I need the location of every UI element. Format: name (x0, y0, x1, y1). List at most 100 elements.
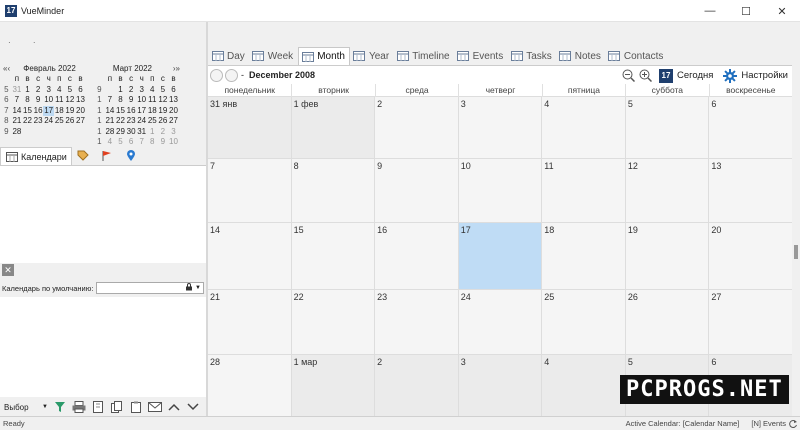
mini-calendar-day[interactable]: 15 (115, 106, 126, 117)
mini-calendar-day[interactable]: 2 (33, 85, 44, 96)
mini-calendar-day[interactable]: 28 (105, 127, 116, 138)
mini-calendar-day[interactable]: 14 (105, 106, 116, 117)
export-icon[interactable] (90, 400, 106, 414)
mini-calendar-day[interactable]: 10 (168, 137, 179, 148)
paste-icon[interactable] (128, 400, 144, 414)
mini-calendar-day[interactable]: 1 (22, 85, 33, 96)
mini-calendar-day[interactable]: 8 (22, 95, 33, 106)
day-cell[interactable]: 2 (375, 97, 458, 158)
day-cell[interactable]: 20 (709, 223, 792, 289)
mini-calendar-day[interactable]: 14 (12, 106, 23, 117)
next-month-button[interactable] (225, 68, 238, 82)
tab-priorities[interactable] (96, 147, 120, 165)
day-cell[interactable]: 8 (291, 159, 375, 222)
mini-calendar-next-button[interactable]: ›» (171, 64, 182, 73)
mini-calendar-day[interactable]: 16 (33, 106, 44, 117)
close-panel-icon[interactable]: ✕ (2, 264, 14, 276)
mini-calendar-day[interactable]: 9 (126, 95, 137, 106)
filter-icon[interactable] (52, 400, 68, 414)
gear-icon[interactable] (723, 68, 738, 83)
mini-calendar-day[interactable]: 18 (147, 106, 158, 117)
day-cell[interactable]: 27 (709, 290, 792, 354)
day-cell[interactable]: 25 (542, 290, 625, 354)
day-cell[interactable]: 18 (542, 223, 625, 289)
tab-month[interactable]: Month (298, 47, 350, 65)
mini-calendar-day[interactable]: 22 (115, 116, 126, 127)
tab-calendars[interactable]: Календари (0, 147, 72, 165)
scrollbar-thumb[interactable] (794, 245, 798, 259)
chevron-down-icon[interactable] (185, 400, 201, 414)
day-cell[interactable]: 1 мар (291, 355, 375, 420)
mini-calendar-day[interactable]: 3 (136, 85, 147, 96)
day-cell[interactable]: 10 (458, 159, 542, 222)
mini-calendar-day[interactable]: 31 (12, 85, 23, 96)
mini-calendar-prev-button[interactable]: «‹ (1, 64, 12, 73)
mini-calendar-day[interactable]: 9 (33, 95, 44, 106)
mini-calendar-day[interactable]: 3 (168, 127, 179, 138)
mini-calendar-day[interactable]: 10 (136, 95, 147, 106)
mini-calendar-day[interactable]: 29 (115, 127, 126, 138)
mini-calendar-day[interactable]: 8 (115, 95, 126, 106)
tab-timeline[interactable]: Timeline (394, 47, 453, 65)
mini-calendar-day[interactable]: 27 (75, 116, 86, 127)
mini-calendar-day[interactable]: 5 (65, 85, 76, 96)
mini-calendar-day[interactable]: 5 (115, 137, 126, 148)
mini-calendar-day[interactable]: 4 (147, 85, 158, 96)
mini-calendar-day[interactable]: 15 (22, 106, 33, 117)
day-cell[interactable]: 12 (625, 159, 709, 222)
mini-calendar-day[interactable]: 16 (126, 106, 137, 117)
mini-calendar-day[interactable]: 6 (168, 85, 179, 96)
day-cell[interactable]: 31 янв (208, 97, 291, 158)
mini-calendar-day[interactable]: 31 (136, 127, 147, 138)
tab-locations[interactable] (120, 147, 144, 165)
mini-calendar-day[interactable]: 12 (65, 95, 76, 106)
mini-calendar-day[interactable]: 25 (147, 116, 158, 127)
tab-contacts[interactable]: Contacts (606, 47, 667, 65)
today-cell[interactable]: 17 (458, 223, 542, 289)
day-cell[interactable]: 11 (542, 159, 625, 222)
today-icon[interactable]: 17 (658, 68, 673, 83)
day-cell[interactable]: 2 (375, 355, 458, 420)
mini-calendar-day[interactable]: 20 (75, 106, 86, 117)
mini-calendar-day[interactable]: 6 (126, 137, 137, 148)
mini-calendar-day[interactable]: 1 (115, 85, 126, 96)
day-cell[interactable]: 7 (208, 159, 291, 222)
mini-calendar-day[interactable]: 17 (43, 105, 54, 116)
print-icon[interactable] (71, 400, 87, 414)
mini-calendar-day[interactable]: 27 (168, 116, 179, 127)
mini-calendar-day[interactable]: 4 (105, 137, 116, 148)
day-cell[interactable]: 24 (458, 290, 542, 354)
mini-calendar-day[interactable]: 19 (158, 106, 169, 117)
chevron-up-icon[interactable] (166, 400, 182, 414)
mini-calendar-day[interactable]: 11 (147, 95, 158, 106)
mini-calendar-day[interactable]: 3 (43, 85, 54, 96)
tab-day[interactable]: Day (209, 47, 249, 65)
copy-icon[interactable] (109, 400, 125, 414)
day-cell[interactable]: 16 (375, 223, 458, 289)
mini-calendar-day[interactable]: 13 (75, 95, 86, 106)
day-cell[interactable]: 3 (458, 97, 542, 158)
day-cell[interactable]: 3 (458, 355, 542, 420)
day-cell[interactable]: 9 (375, 159, 458, 222)
close-button[interactable]: ✕ (764, 0, 800, 22)
mini-calendar-day[interactable]: 7 (136, 137, 147, 148)
mini-calendar-day[interactable]: 22 (22, 116, 33, 127)
maximize-button[interactable]: ☐ (728, 0, 764, 22)
day-cell[interactable]: 19 (625, 223, 709, 289)
today-button[interactable]: Сегодня (677, 70, 713, 81)
day-cell[interactable]: 4 (542, 355, 625, 420)
minimize-button[interactable]: — (692, 0, 728, 22)
tab-week[interactable]: Week (250, 47, 297, 65)
settings-button[interactable]: Настройки (741, 70, 788, 81)
day-cell[interactable]: 22 (291, 290, 375, 354)
calendar-details-list[interactable] (0, 297, 206, 397)
mini-calendar-day[interactable]: 21 (105, 116, 116, 127)
tab-events[interactable]: Events (455, 47, 508, 65)
refresh-icon[interactable] (788, 419, 798, 429)
mini-calendar-day[interactable]: 7 (105, 95, 116, 106)
day-cell[interactable]: 28 (208, 355, 291, 420)
mini-calendar-day[interactable]: 11 (54, 95, 65, 106)
mini-calendar-day[interactable]: 26 (65, 116, 76, 127)
mini-calendar-day[interactable]: 24 (136, 116, 147, 127)
mini-calendar-day[interactable]: 26 (158, 116, 169, 127)
